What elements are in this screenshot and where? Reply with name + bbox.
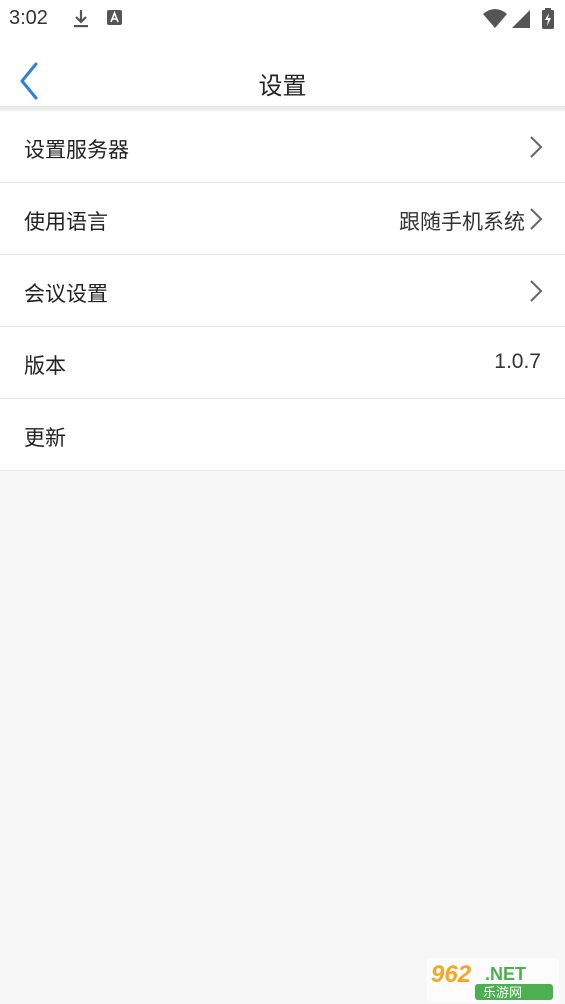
setting-label: 设置服务器 <box>24 138 129 162</box>
setting-row-version: 版本 1.0.7 <box>0 327 565 399</box>
setting-row-update[interactable]: 更新 <box>0 399 565 471</box>
watermark-suffix: .NET <box>485 964 526 984</box>
watermark-cn: 乐游网 <box>483 986 522 1001</box>
status-time: 3:02 <box>9 7 48 29</box>
watermark-number: 962 <box>431 961 472 988</box>
setting-row-server[interactable]: 设置服务器 <box>0 111 565 183</box>
chevron-right-icon <box>530 208 543 230</box>
setting-label: 版本 <box>24 354 66 378</box>
chevron-right-icon <box>530 280 543 302</box>
signal-icon <box>512 10 530 28</box>
battery-icon <box>542 8 554 29</box>
version-value: 1.0.7 <box>494 350 541 373</box>
nav-bar: 设置 <box>0 38 565 106</box>
setting-row-language[interactable]: 使用语言 跟随手机系统 <box>0 183 565 255</box>
download-icon <box>74 10 88 28</box>
setting-label: 使用语言 <box>24 210 108 234</box>
setting-row-meeting[interactable]: 会议设置 <box>0 255 565 327</box>
wifi-icon <box>483 9 507 28</box>
setting-label: 会议设置 <box>24 282 108 306</box>
watermark-logo: 962 .NET 乐游网 <box>427 958 559 1002</box>
chevron-right-icon <box>530 136 543 158</box>
setting-label: 更新 <box>24 426 66 450</box>
setting-value: 跟随手机系统 <box>399 210 525 234</box>
status-bar: 3:02 <box>0 0 565 38</box>
font-icon <box>107 10 122 25</box>
page-title: 设置 <box>258 72 307 100</box>
settings-list: 设置服务器 使用语言 跟随手机系统 会议设置 版本 1.0.7 更新 <box>0 111 565 471</box>
